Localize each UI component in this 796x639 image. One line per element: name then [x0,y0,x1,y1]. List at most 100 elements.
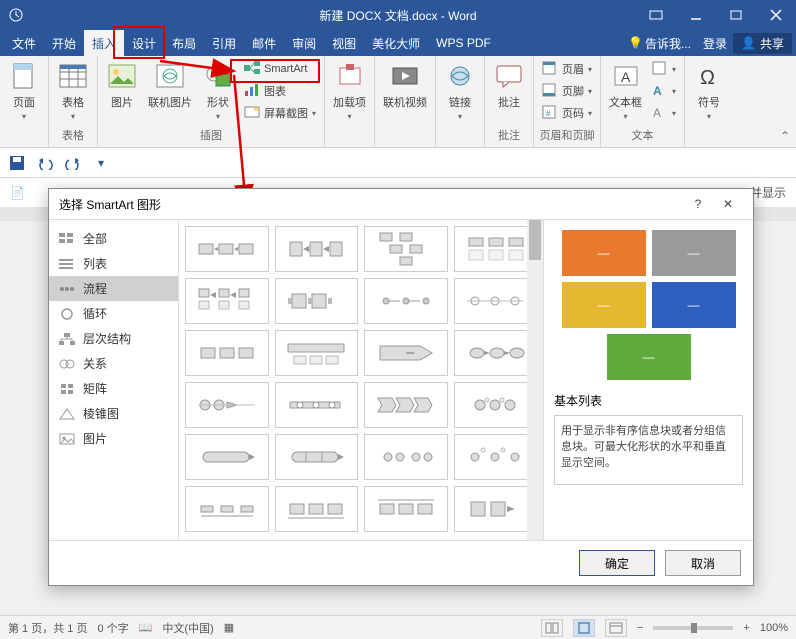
table-button[interactable]: 表格 ▾ [53,58,93,123]
footer-button[interactable]: 页脚▾ [538,80,596,102]
layout-thumb[interactable] [454,382,538,428]
layout-thumb[interactable] [185,382,269,428]
wordart-button[interactable]: A▾ [648,80,680,102]
layout-thumb[interactable] [275,278,359,324]
pyramid-icon [59,408,75,420]
layout-thumb[interactable] [275,226,359,272]
cat-pyramid-label: 棱锥图 [83,405,119,422]
pages-button[interactable]: 页面 ▾ [4,58,44,123]
layout-thumb[interactable] [185,226,269,272]
undo-icon[interactable] [34,152,56,174]
smartart-button[interactable]: SmartArt [240,58,320,80]
svg-text:A: A [621,69,631,85]
layout-thumb[interactable] [364,226,448,272]
layout-thumb[interactable] [185,486,269,532]
ok-button[interactable]: 确定 [579,550,655,576]
tell-me[interactable]: 💡 告诉我... [622,35,697,52]
maximize-icon[interactable] [716,0,756,30]
share-button[interactable]: 👤 共享 [733,33,792,54]
cat-cycle[interactable]: 循环 [49,301,178,326]
layout-thumb[interactable] [364,330,448,376]
svg-text:#: # [546,109,551,118]
textbox-button[interactable]: A 文本框 ▾ [605,58,646,123]
cat-relationship[interactable]: 关系 [49,351,178,376]
links-button[interactable]: 链接 ▾ [440,58,480,123]
login-button[interactable]: 登录 [697,35,733,52]
chevron-down-icon: ▾ [216,112,220,121]
layout-thumb[interactable] [454,486,538,532]
picture-button[interactable]: 图片 [102,58,142,112]
gallery-scrollbar[interactable] [527,220,543,540]
online-picture-button[interactable]: 联机图片 [144,58,196,112]
ribbon-display-icon[interactable] [636,0,676,30]
tab-design[interactable]: 设计 [124,30,164,56]
cat-matrix[interactable]: 矩阵 [49,376,178,401]
layout-thumb[interactable] [454,434,538,480]
collapse-ribbon-icon[interactable]: ⌃ [780,129,790,143]
quickparts-button[interactable]: ▾ [648,58,680,80]
print-layout-icon[interactable] [573,619,595,637]
layout-thumb[interactable] [185,278,269,324]
zoom-level[interactable]: 100% [760,622,788,634]
layout-thumb[interactable] [275,330,359,376]
preview-tile: — [562,230,646,276]
redo-icon[interactable] [62,152,84,174]
tab-view[interactable]: 视图 [324,30,364,56]
cat-hierarchy[interactable]: 层次结构 [49,326,178,351]
layout-thumb[interactable] [185,434,269,480]
layout-thumb[interactable] [275,486,359,532]
symbol-button[interactable]: Ω 符号 ▾ [689,58,729,123]
layout-thumb[interactable] [364,278,448,324]
layout-thumb[interactable] [275,434,359,480]
tab-references[interactable]: 引用 [204,30,244,56]
spellcheck-icon[interactable]: 📖 [139,621,153,634]
layout-thumb[interactable] [454,278,538,324]
close-icon[interactable]: ✕ [713,197,743,211]
layout-thumb[interactable] [185,330,269,376]
web-layout-icon[interactable] [605,619,627,637]
layout-thumb[interactable] [454,330,538,376]
help-icon[interactable]: ? [683,197,713,211]
page-status[interactable]: 第 1 页，共 1 页 [8,620,87,636]
layout-thumb[interactable] [454,226,538,272]
zoom-slider[interactable] [653,626,733,630]
qat-customize-icon[interactable]: ▾ [90,152,112,174]
close-icon[interactable] [756,0,796,30]
layout-thumb[interactable] [364,486,448,532]
screenshot-button[interactable]: 屏幕截图 ▾ [240,102,320,124]
tab-wpspdf[interactable]: WPS PDF [428,30,499,56]
shapes-button[interactable]: 形状 ▾ [198,58,238,123]
layout-thumb[interactable] [364,434,448,480]
tab-insert[interactable]: 插入 [84,30,124,56]
chart-button[interactable]: 图表 [240,80,320,102]
minimize-icon[interactable] [676,0,716,30]
online-video-button[interactable]: 联机视频 [379,58,431,112]
cat-pyramid[interactable]: 棱锥图 [49,401,178,426]
dropcap-button[interactable]: A▾ [648,102,680,124]
macro-icon[interactable]: ▦ [224,621,234,634]
save-icon[interactable] [6,152,28,174]
tab-review[interactable]: 审阅 [284,30,324,56]
zoom-out-icon[interactable]: − [637,622,643,634]
layout-thumb[interactable] [275,382,359,428]
cat-all[interactable]: 全部 [49,226,178,251]
addins-button[interactable]: 加载项 ▾ [329,58,370,123]
word-count[interactable]: 0 个字 [97,620,128,636]
cat-list[interactable]: 列表 [49,251,178,276]
language-status[interactable]: 中文(中国) [162,620,213,636]
read-mode-icon[interactable] [541,619,563,637]
textbox-icon: A [610,60,642,92]
comment-button[interactable]: 批注 [489,58,529,112]
header-button[interactable]: 页眉▾ [538,58,596,80]
tab-file[interactable]: 文件 [4,30,44,56]
cat-process[interactable]: 流程 [49,276,178,301]
layout-thumb[interactable] [364,382,448,428]
zoom-in-icon[interactable]: + [743,622,749,634]
tab-mailings[interactable]: 邮件 [244,30,284,56]
tab-beautify[interactable]: 美化大师 [364,30,428,56]
tab-home[interactable]: 开始 [44,30,84,56]
cat-picture[interactable]: 图片 [49,426,178,451]
tab-layout[interactable]: 布局 [164,30,204,56]
cancel-button[interactable]: 取消 [665,550,741,576]
pagenum-button[interactable]: #页码▾ [538,102,596,124]
